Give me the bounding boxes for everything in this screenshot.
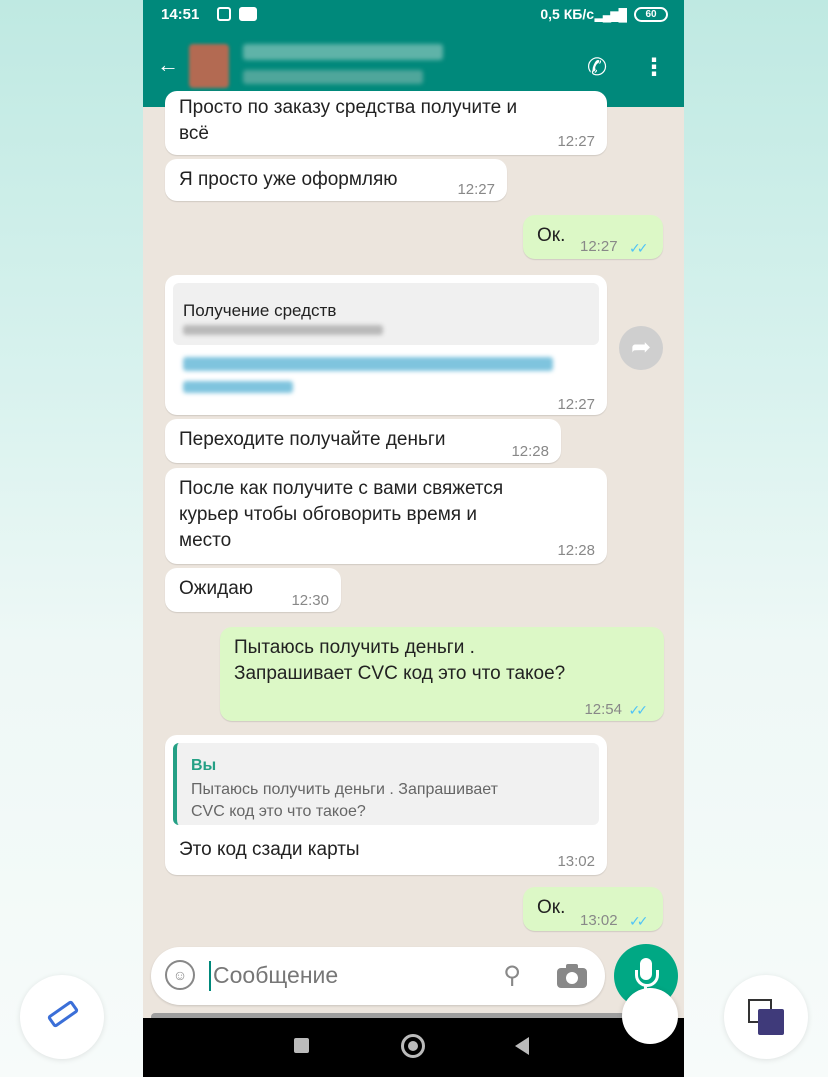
link-url-redacted[interactable] <box>183 357 553 371</box>
link-preview[interactable]: Получение средств <box>173 283 599 345</box>
quote-author: Вы <box>191 757 217 774</box>
message-text: Просто по заказу средства получите и <box>179 97 518 118</box>
message-text: Я просто уже оформляю <box>179 169 398 190</box>
message-time: 12:28 <box>511 443 549 460</box>
floating-action-button[interactable] <box>622 988 678 1044</box>
message-composer[interactable]: ☺ Сообщение ⚲ <box>151 947 605 1005</box>
contact-name-redacted <box>243 44 443 60</box>
double-check-icon: ✓✓ <box>629 913 649 929</box>
message-text: курьер чтобы обговорить время и <box>179 504 477 525</box>
message-time: 12:30 <box>291 592 329 609</box>
emoji-icon[interactable]: ☺ <box>165 960 195 990</box>
double-check-icon: ✓✓ <box>629 240 649 256</box>
more-vert-icon[interactable]: ⋮ <box>641 54 667 82</box>
home-icon[interactable] <box>401 1034 425 1058</box>
message-text: всё <box>179 123 209 144</box>
youtube-icon <box>239 7 257 21</box>
message-time: 13:02 <box>580 912 618 929</box>
add-call-icon[interactable]: ✆ <box>583 54 611 82</box>
paperclip-icon[interactable]: ⚲ <box>497 961 527 991</box>
contact-status-redacted <box>243 70 423 84</box>
link-title: Получение средств <box>183 301 337 320</box>
battery-icon: 60 <box>634 7 668 22</box>
camera-icon[interactable] <box>557 963 587 989</box>
message-time: 12:27 <box>580 238 618 255</box>
message-text: Ожидаю <box>179 578 254 599</box>
message-text: Ок. <box>537 897 566 918</box>
message-outgoing[interactable]: Ок. 12:27 ✓✓ <box>523 215 663 259</box>
status-time: 14:51 <box>161 6 200 23</box>
status-bar: 14:51 0,5 КБ/с ▂▄▆█ 60 <box>143 0 684 30</box>
copy-button[interactable] <box>724 975 808 1059</box>
android-nav-bar <box>143 1018 684 1077</box>
message-list[interactable]: Просто по заказу средства получите и всё… <box>143 91 684 947</box>
message-incoming[interactable]: Переходите получайте деньги 12:28 <box>165 419 561 463</box>
message-text: место <box>179 530 232 551</box>
instagram-icon <box>217 7 231 21</box>
message-incoming[interactable]: Ожидаю 12:30 <box>165 568 341 612</box>
message-outgoing[interactable]: Ок. 13:02 ✓✓ <box>523 887 663 931</box>
forward-icon[interactable]: ➦ <box>619 326 663 370</box>
message-text: Переходите получайте деньги <box>179 429 446 450</box>
message-incoming-link[interactable]: Получение средств 12:27 <box>165 275 607 415</box>
message-time: 12:54 <box>584 701 622 718</box>
message-text: Пытаюсь получить деньги . <box>234 637 475 658</box>
phone-screen: 14:51 0,5 КБ/с ▂▄▆█ 60 ← ✆ ⋮ Просто по з… <box>143 0 684 1077</box>
message-text: После как получите с вами свяжется <box>179 478 504 499</box>
message-text: Ок. <box>537 225 566 246</box>
recents-icon[interactable] <box>294 1038 309 1053</box>
link-subtitle-redacted <box>183 325 383 335</box>
message-text: Запрашивает CVC код это что такое? <box>234 663 566 684</box>
message-time: 12:28 <box>557 542 595 559</box>
back-triangle-icon[interactable] <box>515 1037 529 1055</box>
quote-text: CVC код это что такое? <box>191 803 366 820</box>
message-time: 13:02 <box>557 853 595 870</box>
message-incoming[interactable]: После как получите с вами свяжется курье… <box>165 468 607 564</box>
link-url-redacted[interactable] <box>183 381 293 393</box>
eraser-button[interactable] <box>20 975 104 1059</box>
text-cursor <box>209 961 211 991</box>
message-incoming[interactable]: Я просто уже оформляю 12:27 <box>165 159 507 201</box>
quoted-message[interactable]: Вы Пытаюсь получить деньги . Запрашивает… <box>173 743 599 825</box>
double-check-icon: ✓✓ <box>628 702 649 718</box>
contact-avatar[interactable] <box>189 44 229 88</box>
back-arrow-icon[interactable]: ← <box>157 54 179 76</box>
message-incoming-reply[interactable]: Вы Пытаюсь получить деньги . Запрашивает… <box>165 735 607 875</box>
eraser-icon <box>44 999 80 1029</box>
network-speed: 0,5 КБ/с <box>540 6 594 22</box>
message-time: 12:27 <box>557 396 595 413</box>
message-text: Это код сзади карты <box>179 839 360 860</box>
message-outgoing[interactable]: Пытаюсь получить деньги . Запрашивает CV… <box>220 627 664 721</box>
message-time: 12:27 <box>557 133 595 150</box>
message-incoming[interactable]: Просто по заказу средства получите и всё… <box>165 91 607 155</box>
message-input[interactable]: Сообщение <box>213 962 338 989</box>
message-time: 12:27 <box>457 181 495 198</box>
signal-icon: ▂▄▆█ <box>594 8 627 22</box>
